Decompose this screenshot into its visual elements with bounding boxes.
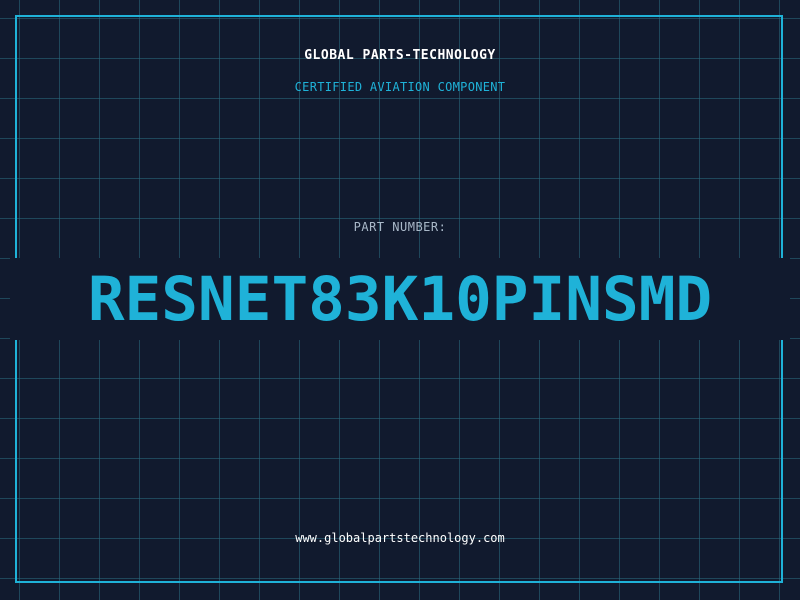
label-canvas: GLOBAL PARTS-TECHNOLOGY CERTIFIED AVIATI… [0, 0, 800, 600]
website-url: www.globalpartstechnology.com [295, 531, 505, 545]
company-name: GLOBAL PARTS-TECHNOLOGY [304, 48, 496, 63]
part-number-value: RESNET83K10PINSMD [87, 264, 713, 335]
certification-subtitle: CERTIFIED AVIATION COMPONENT [294, 80, 506, 94]
part-number-label: PART NUMBER: [353, 220, 447, 234]
